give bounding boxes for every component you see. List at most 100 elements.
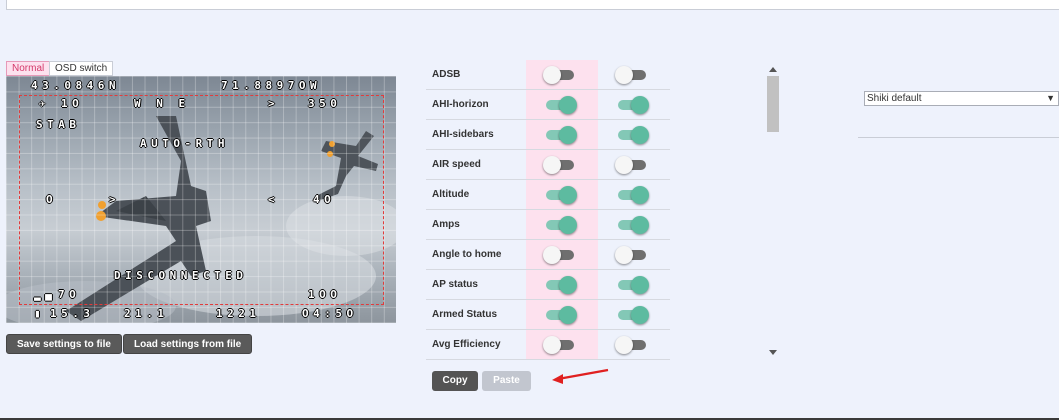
load-settings-button[interactable]: Load settings from file	[123, 334, 253, 354]
toggle-knob	[631, 276, 649, 294]
toggle-layout-1[interactable]	[544, 96, 577, 114]
toggle-layout-2[interactable]	[616, 96, 649, 114]
save-settings-button[interactable]: Save settings to file	[6, 334, 122, 354]
osd-sat-count: 1O	[61, 97, 84, 110]
osd-heading-arrow: >	[268, 97, 280, 110]
osd-elements-list: ADSB AHI-horizon AHI-sidebars AIR speed Alti…	[426, 60, 672, 360]
osd-rssi: 7O	[58, 288, 81, 301]
element-label: AHI-horizon	[432, 99, 489, 110]
element-label: AHI-sidebars	[432, 129, 494, 140]
element-row: AP status	[426, 270, 670, 300]
toggle-knob	[559, 216, 577, 234]
scroll-down-icon[interactable]	[769, 350, 777, 355]
osd-heading-tape: W N E	[134, 97, 190, 110]
divider	[858, 137, 1059, 138]
toggle-knob	[631, 126, 649, 144]
element-label: AIR speed	[432, 159, 481, 170]
toggle-layout-2[interactable]	[616, 186, 649, 204]
toggle-knob	[631, 216, 649, 234]
toggle-layout-2[interactable]	[615, 66, 648, 84]
toggle-layout-2[interactable]	[615, 246, 648, 264]
osd-disconnected: DISCONNECTED	[114, 269, 248, 282]
tab-normal[interactable]: Normal	[6, 61, 51, 76]
osd-right-value: 4O	[313, 193, 336, 206]
osd-latitude: 43.0846N	[31, 79, 120, 92]
toggle-knob	[543, 336, 561, 354]
toggle-knob	[543, 156, 561, 174]
element-row: ADSB	[426, 60, 670, 90]
toggle-layout-1[interactable]	[543, 66, 576, 84]
toggle-layout-2[interactable]	[616, 276, 649, 294]
elements-scrollbar[interactable]	[766, 64, 780, 358]
element-label: AP status	[432, 279, 478, 290]
osd-longitude: 71.8897OW	[221, 79, 322, 92]
osd-flight-mode-stab: STAB	[36, 118, 81, 131]
osd-altitude-right: 1OO	[308, 288, 342, 301]
element-label: Angle to home	[432, 249, 502, 260]
top-input-bar	[6, 0, 1059, 10]
toggle-knob	[631, 96, 649, 114]
toggle-layout-2[interactable]	[616, 216, 649, 234]
battery-icon: ▮	[34, 307, 46, 320]
toggle-knob	[559, 96, 577, 114]
toggle-knob	[631, 306, 649, 324]
signal-icon: ▂▄	[34, 288, 57, 301]
element-row: AHI-sidebars	[426, 120, 670, 150]
toggle-layout-2[interactable]	[616, 126, 649, 144]
osd-left-value: O	[46, 193, 58, 206]
chevron-down-icon: ▼	[1046, 93, 1055, 103]
toggle-layout-1[interactable]	[544, 126, 577, 144]
toggle-knob	[615, 246, 633, 264]
tab-osd-switch[interactable]: OSD switch	[49, 61, 114, 76]
toggle-knob	[543, 246, 561, 264]
toggle-layout-2[interactable]	[616, 306, 649, 324]
element-label: Altitude	[432, 189, 470, 200]
toggle-layout-1[interactable]	[543, 336, 576, 354]
toggle-layout-1[interactable]	[543, 246, 576, 264]
toggle-layout-2[interactable]	[615, 156, 648, 174]
osd-crosshair-left: >	[109, 193, 121, 206]
toggle-knob	[559, 126, 577, 144]
toggle-knob	[631, 186, 649, 204]
font-select-value: Shiki default	[867, 93, 922, 104]
element-row: Amps	[426, 210, 670, 240]
toggle-knob	[559, 306, 577, 324]
toggle-knob	[615, 66, 633, 84]
paste-button[interactable]: Paste	[482, 371, 531, 391]
toggle-layout-2[interactable]	[615, 336, 648, 354]
font-select[interactable]: Shiki default ▼	[864, 91, 1059, 106]
element-label: ADSB	[432, 69, 461, 80]
toggle-layout-1[interactable]	[544, 306, 577, 324]
element-label: Armed Status	[432, 309, 498, 320]
scroll-thumb[interactable]	[767, 76, 779, 132]
element-row: Altitude	[426, 180, 670, 210]
toggle-knob	[615, 336, 633, 354]
toggle-layout-1[interactable]	[544, 186, 577, 204]
toggle-layout-1[interactable]	[543, 156, 576, 174]
osd-heading-value: 350	[308, 97, 342, 110]
toggle-knob	[559, 186, 577, 204]
toggle-knob	[543, 66, 561, 84]
toggle-layout-1[interactable]	[544, 276, 577, 294]
element-row: AHI-horizon	[426, 90, 670, 120]
element-row: Avg Efficiency	[426, 330, 670, 360]
scroll-up-icon[interactable]	[769, 67, 777, 72]
copy-button[interactable]: Copy	[432, 371, 478, 391]
element-label: Avg Efficiency	[432, 339, 501, 350]
osd-auto-rth: AUTO-RTH	[140, 137, 229, 150]
toggle-knob	[559, 276, 577, 294]
osd-battery-voltage: 15.3	[50, 307, 95, 320]
satellite-icon: ✈	[39, 97, 51, 110]
element-row: AIR speed	[426, 150, 670, 180]
osd-mah-drawn: 1221	[216, 307, 261, 320]
element-row: Angle to home	[426, 240, 670, 270]
osd-current: 21.1	[124, 307, 169, 320]
osd-crosshair-right: <	[268, 193, 280, 206]
element-row: Armed Status	[426, 300, 670, 330]
osd-flight-time: O4:5O	[302, 307, 358, 320]
toggle-layout-1[interactable]	[544, 216, 577, 234]
element-label: Amps	[432, 219, 460, 230]
red-arrow-icon	[552, 368, 609, 384]
toggle-knob	[615, 156, 633, 174]
osd-preview: 43.0846N 71.8897OW ✈ 1O W N E > 350 STAB…	[6, 76, 396, 323]
